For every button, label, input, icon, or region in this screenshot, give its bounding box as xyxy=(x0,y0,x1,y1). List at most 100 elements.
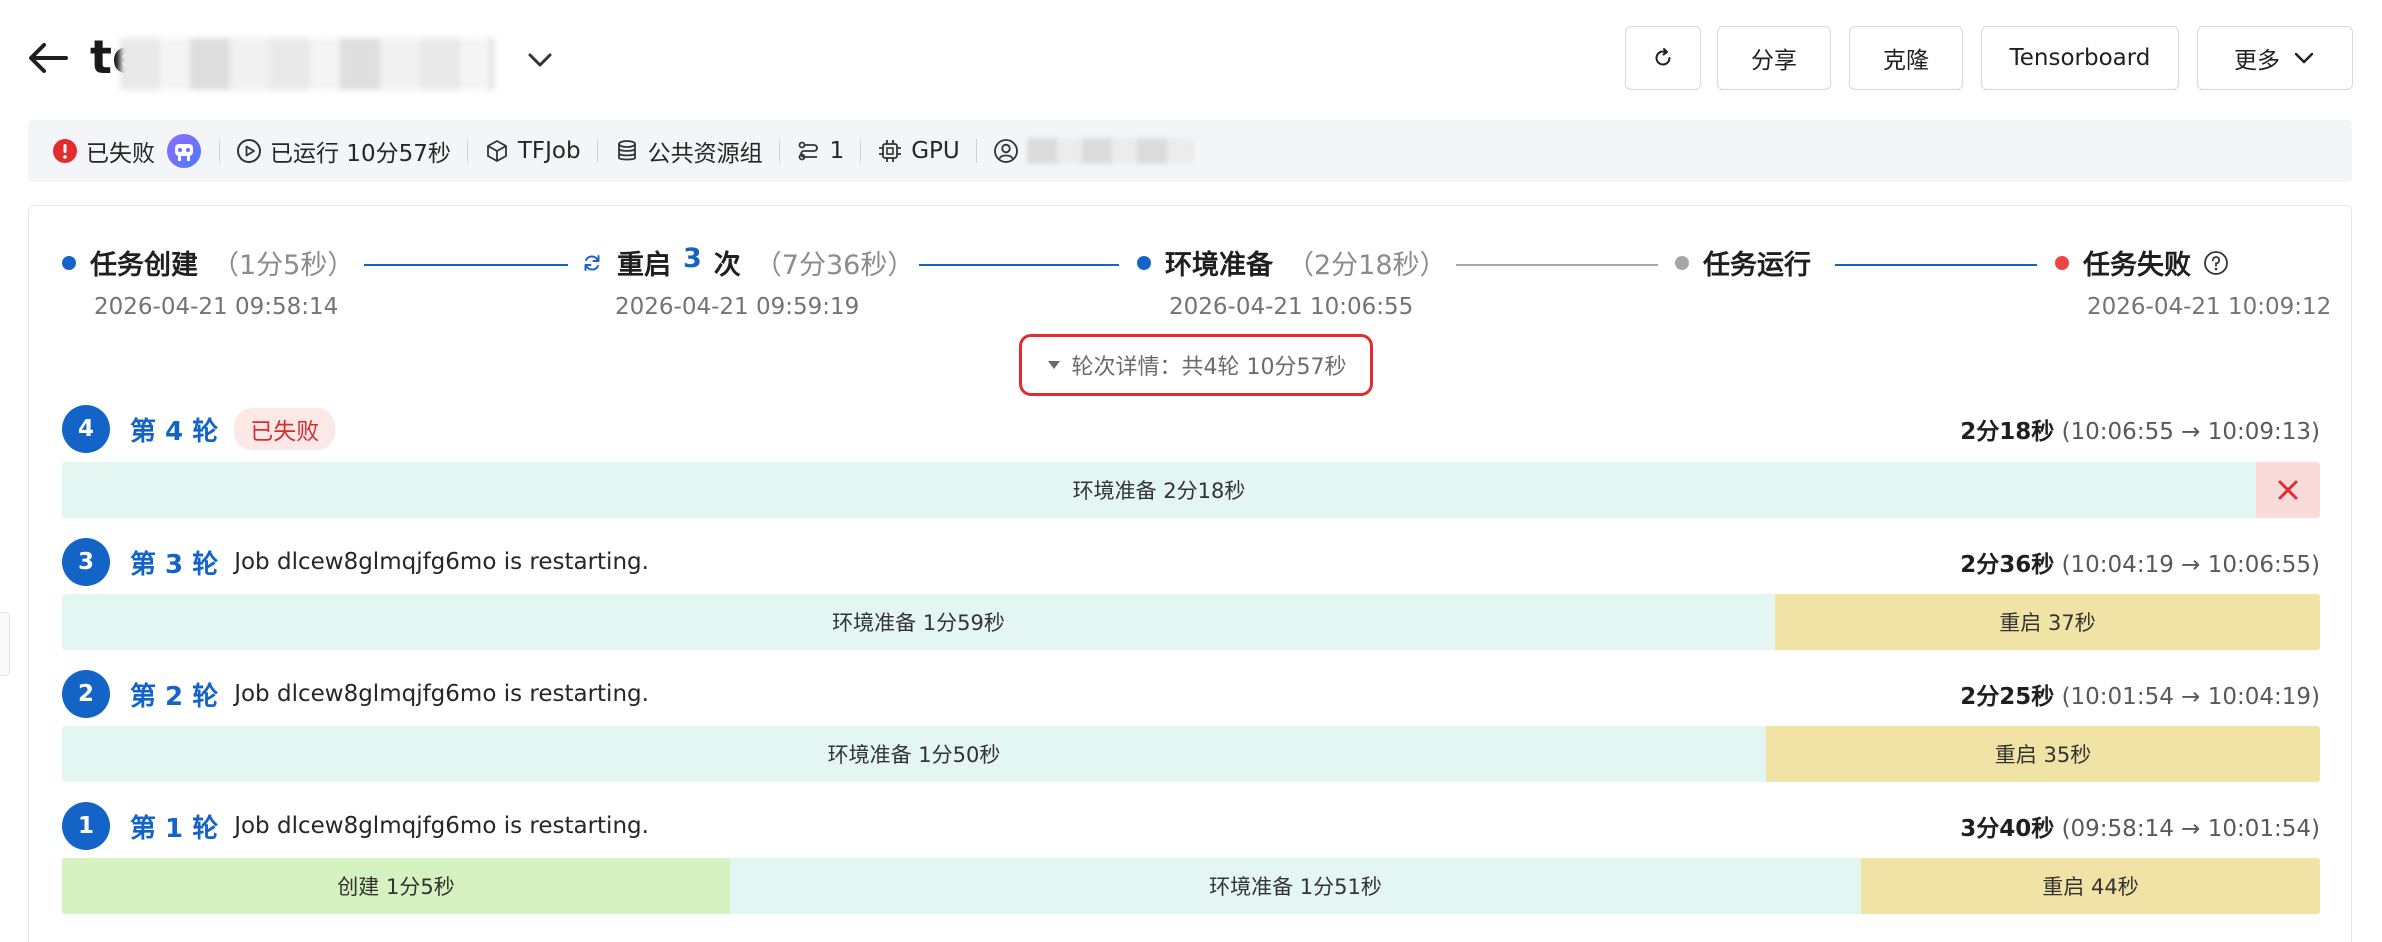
clone-button[interactable]: 克隆 xyxy=(1849,26,1963,90)
round-label[interactable]: 第 2 轮 xyxy=(130,676,218,713)
nodes-icon xyxy=(798,141,818,161)
round-time-range: (10:06:55 → 10:09:13) xyxy=(2061,419,2320,445)
round-duration-value: 2分36秒 xyxy=(1960,552,2055,578)
ai-assistant-icon[interactable] xyxy=(165,132,203,170)
round-number-badge: 2 xyxy=(62,670,110,718)
round-message: Job dlcew8glmqjfg6mo is restarting. xyxy=(234,549,649,575)
segment-failed[interactable] xyxy=(2256,462,2320,518)
round-message: Job dlcew8glmqjfg6mo is restarting. xyxy=(234,813,649,839)
round-duration: 3分40秒 (09:58:14 → 10:01:54) xyxy=(1960,809,2320,843)
divider xyxy=(596,139,598,163)
stage-duration: （7分36秒） xyxy=(754,250,915,281)
more-menu-button[interactable]: 更多 xyxy=(2197,26,2353,90)
stage-dot xyxy=(2055,255,2069,270)
rounds-detail-toggle[interactable]: 轮次详情：共4轮 10分57秒 xyxy=(1019,334,1373,396)
round-label[interactable]: 第 4 轮 xyxy=(130,411,218,448)
divider xyxy=(466,139,468,163)
help-circle-icon[interactable] xyxy=(2203,250,2229,276)
round-duration: 2分18秒 (10:06:55 → 10:09:13) xyxy=(1960,412,2320,446)
status-device: GPU xyxy=(877,138,960,164)
status-text: 已失败 xyxy=(86,141,155,167)
round-timeline-bar: 环境准备 1分59秒 重启 37秒 xyxy=(62,594,2320,650)
stage-duration: （1分5秒） xyxy=(212,250,355,281)
round-label[interactable]: 第 1 轮 xyxy=(130,808,218,845)
back-arrow-icon[interactable] xyxy=(26,36,70,80)
close-icon xyxy=(2278,480,2298,500)
restart-count: 3 xyxy=(683,243,702,274)
stage-name: 环境准备 xyxy=(1165,250,1273,281)
stage-connector xyxy=(919,264,1119,266)
stage-restart: 重启 3 次 （7分36秒） xyxy=(581,243,914,282)
stage-name: 重启 xyxy=(617,250,671,281)
stage-dot xyxy=(1675,255,1689,270)
refresh-button[interactable] xyxy=(1625,26,1701,90)
database-icon xyxy=(617,140,636,161)
status-job-type: TFJob xyxy=(484,138,581,164)
stage-dot xyxy=(1137,255,1151,270)
status-failed: 已失败 xyxy=(52,132,203,170)
stage-duration: （2分18秒） xyxy=(1287,250,1447,281)
round-time-range: (10:04:19 → 10:06:55) xyxy=(2061,552,2320,578)
error-circle-icon xyxy=(53,139,77,163)
rounds-summary: 轮次详情：共4轮 10分57秒 xyxy=(1071,355,1347,380)
play-circle-icon xyxy=(237,139,261,163)
round-number-badge: 4 xyxy=(62,405,110,453)
round-header: 2 第 2 轮 Job dlcew8glmqjfg6mo is restarti… xyxy=(62,670,2320,718)
user-icon xyxy=(993,139,1018,163)
round-time-range: (09:58:14 → 10:01:54) xyxy=(2061,816,2320,842)
stage-dot xyxy=(62,255,76,270)
round-number-badge: 3 xyxy=(62,538,110,586)
round-duration-value: 3分40秒 xyxy=(1960,816,2055,842)
round-duration: 2分25秒 (10:01:54 → 10:04:19) xyxy=(1960,677,2320,711)
restart-count-suffix: 次 xyxy=(713,250,741,281)
device-text: GPU xyxy=(911,138,960,164)
status-owner xyxy=(993,138,1193,164)
segment-restart: 重启 35秒 xyxy=(1766,726,2320,782)
owner-name-redacted xyxy=(1026,138,1193,164)
round-time-range: (10:01:54 → 10:04:19) xyxy=(2061,684,2320,710)
round-timeline-bar: 环境准备 2分18秒 xyxy=(62,462,2320,518)
job-status-bar: 已失败 已运行 10分57秒 TFJob 公共资源组 1 GPU xyxy=(28,120,2352,182)
stage-name: 任务创建 xyxy=(90,250,198,281)
chevron-down-icon[interactable] xyxy=(524,44,556,76)
resource-group-text: 公共资源组 xyxy=(647,141,763,167)
segment-env-prep: 环境准备 1分50秒 xyxy=(62,726,1766,782)
share-button[interactable]: 分享 xyxy=(1717,26,1831,90)
tensorboard-button[interactable]: Tensorboard xyxy=(1981,26,2179,90)
stage-time: 2026-04-21 09:59:19 xyxy=(615,294,860,320)
segment-env-prep: 环境准备 1分59秒 xyxy=(62,594,1775,650)
more-button-label: 更多 xyxy=(2234,48,2280,74)
segment-env-prep: 环境准备 1分51秒 xyxy=(730,858,1861,914)
chevron-down-icon xyxy=(2294,52,2314,64)
stage-task-failed: 任务失败 xyxy=(2055,243,2229,282)
segment-restart: 重启 44秒 xyxy=(1861,858,2320,914)
refresh-icon xyxy=(1655,48,1671,66)
round-duration-value: 2分25秒 xyxy=(1960,684,2055,710)
round-duration-value: 2分18秒 xyxy=(1960,419,2055,445)
stage-env-prep: 环境准备 （2分18秒） xyxy=(1137,243,1447,282)
segment-restart: 重启 37秒 xyxy=(1775,594,2320,650)
round-label[interactable]: 第 3 轮 xyxy=(130,544,218,581)
status-node-count: 1 xyxy=(796,138,845,164)
stage-task-created: 任务创建 （1分5秒） xyxy=(62,243,354,282)
stage-connector xyxy=(1456,264,1658,266)
runtime-text: 已运行 10分57秒 xyxy=(270,141,451,167)
node-count-text: 1 xyxy=(829,138,845,164)
stage-time: 2026-04-21 10:09:12 xyxy=(2087,294,2332,320)
job-title-redacted xyxy=(120,38,494,90)
restart-icon xyxy=(584,254,600,271)
stage-time: 2026-04-21 09:58:14 xyxy=(94,294,339,320)
round-timeline-bar: 环境准备 1分50秒 重启 35秒 xyxy=(62,726,2320,782)
round-duration: 2分36秒 (10:04:19 → 10:06:55) xyxy=(1960,545,2320,579)
stage-task-running: 任务运行 xyxy=(1675,243,1811,282)
cube-icon xyxy=(486,140,507,162)
side-panel-handle[interactable] xyxy=(0,612,10,676)
failed-status-tag: 已失败 xyxy=(234,408,336,450)
stage-name: 任务失败 xyxy=(2083,250,2191,281)
status-resource-group: 公共资源组 xyxy=(614,134,763,168)
segment-create: 创建 1分5秒 xyxy=(62,858,730,914)
stage-time: 2026-04-21 10:06:55 xyxy=(1169,294,1414,320)
round-timeline-bar: 创建 1分5秒 环境准备 1分51秒 重启 44秒 xyxy=(62,858,2320,914)
status-runtime: 已运行 10分57秒 xyxy=(236,134,451,168)
round-header: 4 第 4 轮 已失败 2分18秒 (10:06:55 → 10:09:13) xyxy=(62,405,2320,453)
